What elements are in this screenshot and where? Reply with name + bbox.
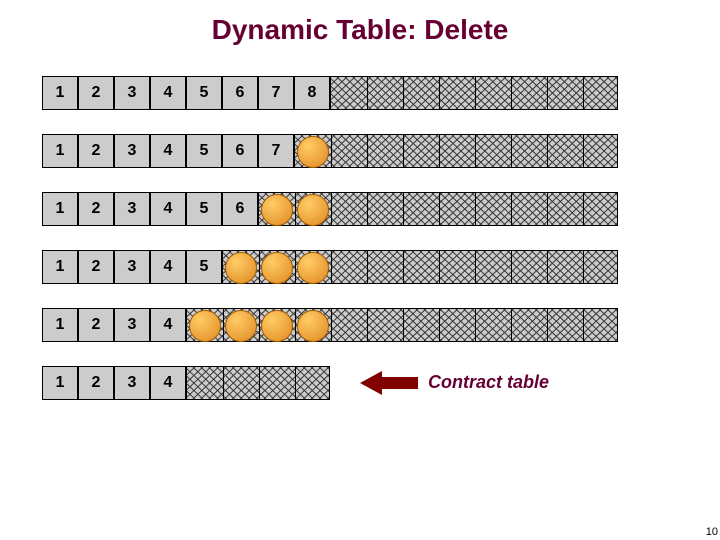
- filled-cell: 5: [186, 250, 222, 284]
- table-row: 123456: [42, 192, 720, 226]
- filled-cell: 6: [222, 134, 258, 168]
- coin-icon: [225, 252, 257, 284]
- filled-cell: 1: [42, 250, 78, 284]
- diagram-stage: 1234567812345671234561234512341234Contra…: [0, 76, 720, 400]
- table-row: 1234 Contract table: [42, 366, 720, 400]
- filled-cell: 4: [150, 76, 186, 110]
- page-title: Dynamic Table: Delete: [0, 0, 720, 76]
- filled-cell: 3: [114, 134, 150, 168]
- coin-icon: [297, 310, 329, 342]
- filled-cell: 2: [78, 250, 114, 284]
- filled-cell: 6: [222, 76, 258, 110]
- filled-cell: 4: [150, 192, 186, 226]
- filled-cell: 8: [294, 76, 330, 110]
- filled-cell: 4: [150, 250, 186, 284]
- coin-icon: [261, 252, 293, 284]
- arrow-left-icon: [360, 371, 382, 395]
- filled-cell: 2: [78, 134, 114, 168]
- filled-cell: 7: [258, 76, 294, 110]
- filled-cell: 3: [114, 366, 150, 400]
- page-number: 10: [706, 526, 718, 538]
- empty-region: [294, 134, 618, 168]
- table-row: 1234567: [42, 134, 720, 168]
- filled-cell: 3: [114, 192, 150, 226]
- filled-cell: 4: [150, 134, 186, 168]
- coin-icon: [189, 310, 221, 342]
- filled-cell: 3: [114, 308, 150, 342]
- coin-icon: [261, 194, 293, 226]
- coin-icon: [297, 252, 329, 284]
- contract-label: Contract table: [428, 372, 549, 393]
- coin-icon: [297, 194, 329, 226]
- filled-cell: 5: [186, 192, 222, 226]
- filled-cell: 1: [42, 76, 78, 110]
- filled-cell: 1: [42, 366, 78, 400]
- filled-cell: 2: [78, 192, 114, 226]
- table-row: 12345: [42, 250, 720, 284]
- coin-icon: [225, 310, 257, 342]
- filled-cell: 5: [186, 76, 222, 110]
- filled-cell: 5: [186, 134, 222, 168]
- filled-cell: 3: [114, 250, 150, 284]
- filled-cell: 6: [222, 192, 258, 226]
- filled-cell: 3: [114, 76, 150, 110]
- filled-cell: 1: [42, 134, 78, 168]
- filled-cell: 4: [150, 366, 186, 400]
- filled-cell: 2: [78, 308, 114, 342]
- filled-cell: 7: [258, 134, 294, 168]
- empty-region: [186, 366, 330, 400]
- coin-icon: [297, 136, 329, 168]
- filled-cell: 1: [42, 192, 78, 226]
- filled-cell: 1: [42, 308, 78, 342]
- table-row: 12345678: [42, 76, 720, 110]
- filled-cell: 4: [150, 308, 186, 342]
- empty-region: [330, 76, 618, 110]
- table-row: 1234: [42, 308, 720, 342]
- coin-icon: [261, 310, 293, 342]
- filled-cell: 2: [78, 76, 114, 110]
- filled-cell: 2: [78, 366, 114, 400]
- arrow-stem: [380, 377, 418, 389]
